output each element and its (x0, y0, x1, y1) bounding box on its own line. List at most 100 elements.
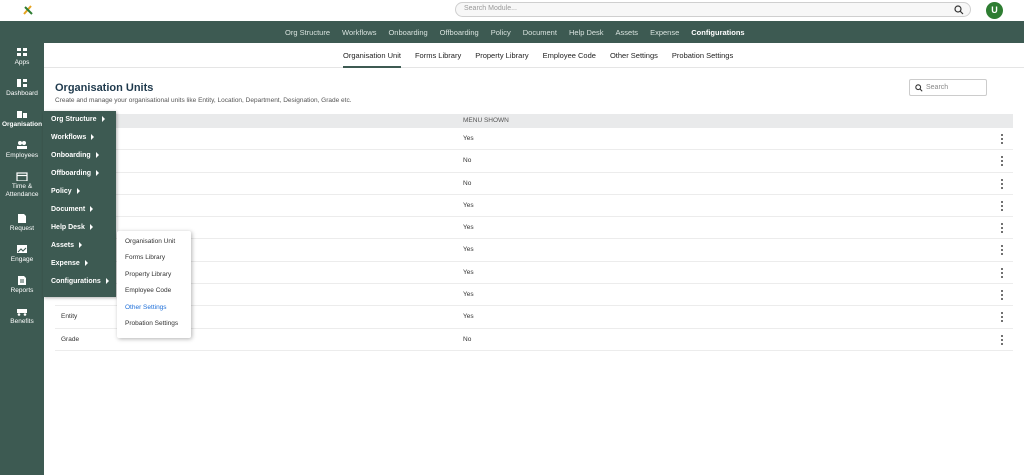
sub-nav-tab[interactable]: Employee Code (543, 43, 596, 68)
config-submenu-item[interactable]: Organisation Unit (125, 238, 175, 245)
caret-right-icon (84, 260, 88, 267)
sidebar-item-label: Organisation (1, 121, 43, 128)
sidebar-item-time-attendance[interactable]: Time & Attendance (0, 171, 44, 199)
sidebar-item-employees[interactable]: Employees (0, 140, 44, 160)
more-vert-icon[interactable] (999, 133, 1005, 145)
search-icon[interactable] (954, 5, 964, 15)
flyout-item[interactable]: Onboarding (51, 152, 99, 159)
module-nav-item[interactable]: Org Structure (285, 28, 330, 37)
sidebar-item-dashboard[interactable]: Dashboard (0, 78, 44, 98)
table-row[interactable]: No (55, 150, 1013, 173)
flyout-item-label: Assets (51, 242, 74, 249)
sidebar-item-apps[interactable]: Apps (0, 47, 44, 67)
more-vert-icon[interactable] (999, 244, 1005, 256)
page-title: Organisation Units (55, 82, 154, 94)
unit-name: Grade (61, 335, 80, 343)
caret-right-icon (78, 242, 82, 249)
menu-shown-value: No (463, 157, 472, 165)
config-submenu-item[interactable]: Forms Library (125, 254, 165, 261)
table-row[interactable]: Yes (55, 128, 1013, 151)
module-nav-item[interactable]: Policy (491, 28, 511, 37)
engage-icon (17, 245, 27, 253)
caret-right-icon (96, 170, 100, 177)
flyout-item[interactable]: Offboarding (51, 170, 100, 177)
flyout-item[interactable]: Policy (51, 188, 80, 195)
module-search-input[interactable]: Search Module... (455, 2, 971, 17)
more-vert-icon[interactable] (999, 155, 1005, 167)
sidebar-item-engage[interactable]: Engage (0, 244, 44, 264)
more-vert-icon[interactable] (999, 178, 1005, 190)
page-subtitle: Create and manage your organisational un… (55, 97, 352, 104)
flyout-item[interactable]: Assets (51, 242, 82, 249)
module-nav-item[interactable]: Expense (650, 28, 679, 37)
menu-shown-value: No (463, 335, 472, 343)
units-search-placeholder: Search (926, 84, 949, 91)
sub-nav-tab[interactable]: Organisation Unit (343, 43, 401, 68)
more-vert-icon[interactable] (999, 200, 1005, 212)
sub-nav-tab[interactable]: Other Settings (610, 43, 658, 68)
reports-icon (18, 276, 26, 285)
module-nav-item[interactable]: Configurations (691, 28, 744, 37)
caret-right-icon (76, 188, 80, 195)
more-vert-icon[interactable] (999, 222, 1005, 234)
flyout-item-label: Onboarding (51, 152, 91, 159)
caret-right-icon (101, 116, 105, 123)
logo-icon[interactable] (22, 4, 34, 16)
request-icon (18, 214, 26, 223)
config-submenu-item[interactable]: Probation Settings (125, 320, 178, 327)
flyout-item[interactable]: Expense (51, 260, 88, 267)
table-row[interactable]: Entity Yes (55, 306, 1013, 329)
table-row[interactable]: Yes (55, 195, 1013, 218)
module-nav-item[interactable]: Onboarding (388, 28, 427, 37)
sub-nav-tab[interactable]: Probation Settings (672, 43, 733, 68)
more-vert-icon[interactable] (999, 267, 1005, 279)
module-nav: Org Structure Workflows Onboarding Offboard… (0, 21, 1024, 43)
module-nav-item[interactable]: Assets (616, 28, 639, 37)
menu-shown-value: Yes (463, 313, 474, 321)
table-row[interactable]: Yes (55, 262, 1013, 285)
flyout-item-label: Workflows (51, 134, 87, 141)
top-bar: Search Module... U (0, 0, 1024, 21)
flyout-item-label: Expense (51, 260, 80, 267)
sidebar-item-label: Engage (10, 256, 34, 263)
table-row[interactable]: Yes (55, 217, 1013, 240)
config-submenu-item[interactable]: Other Settings (125, 304, 167, 311)
table-row[interactable]: Grade No (55, 329, 1013, 351)
flyout-item-label: Offboarding (51, 170, 92, 177)
config-submenu-item[interactable]: Employee Code (125, 287, 171, 294)
table-row[interactable]: Yes (55, 239, 1013, 262)
flyout-item-label: Help Desk (51, 224, 85, 231)
caret-right-icon (91, 134, 95, 141)
menu-shown-value: Yes (463, 291, 474, 299)
module-nav-item[interactable]: Offboarding (440, 28, 479, 37)
flyout-item[interactable]: Document (51, 206, 94, 213)
flyout-item[interactable]: Configurations (51, 278, 109, 285)
more-vert-icon[interactable] (999, 289, 1005, 301)
sidebar-item-organisation[interactable]: Organisation (0, 109, 44, 129)
module-nav-item[interactable]: Document (523, 28, 557, 37)
sub-nav: Organisation Unit Forms Library Property L… (44, 43, 1024, 68)
module-nav-item[interactable]: Help Desk (569, 28, 604, 37)
flyout-item[interactable]: Org Structure (51, 116, 105, 123)
sidebar-item-request[interactable]: Request (0, 213, 44, 233)
module-nav-item[interactable]: Workflows (342, 28, 376, 37)
sidebar-item-reports[interactable]: Reports (0, 275, 44, 295)
sidebar-item-label: Employees (5, 152, 39, 159)
units-search-input[interactable]: Search (909, 79, 987, 96)
sub-nav-tab[interactable]: Forms Library (415, 43, 461, 68)
user-avatar[interactable]: U (986, 2, 1003, 19)
table-row[interactable]: Yes (55, 284, 1013, 307)
sub-nav-tab[interactable]: Property Library (475, 43, 528, 68)
flyout-item[interactable]: Help Desk (51, 224, 93, 231)
table-row[interactable]: No (55, 173, 1013, 195)
menu-shown-header: MENU SHOWN (463, 117, 509, 124)
sidebar-item-benefits[interactable]: Benefits (0, 306, 44, 326)
more-vert-icon[interactable] (999, 334, 1005, 346)
config-submenu-item[interactable]: Property Library (125, 271, 171, 278)
organisation-icon (17, 111, 27, 118)
flyout-item-label: Org Structure (51, 116, 97, 123)
flyout-item[interactable]: Workflows (51, 134, 95, 141)
menu-shown-value: Yes (463, 268, 474, 276)
caret-right-icon (90, 206, 94, 213)
more-vert-icon[interactable] (999, 311, 1005, 323)
